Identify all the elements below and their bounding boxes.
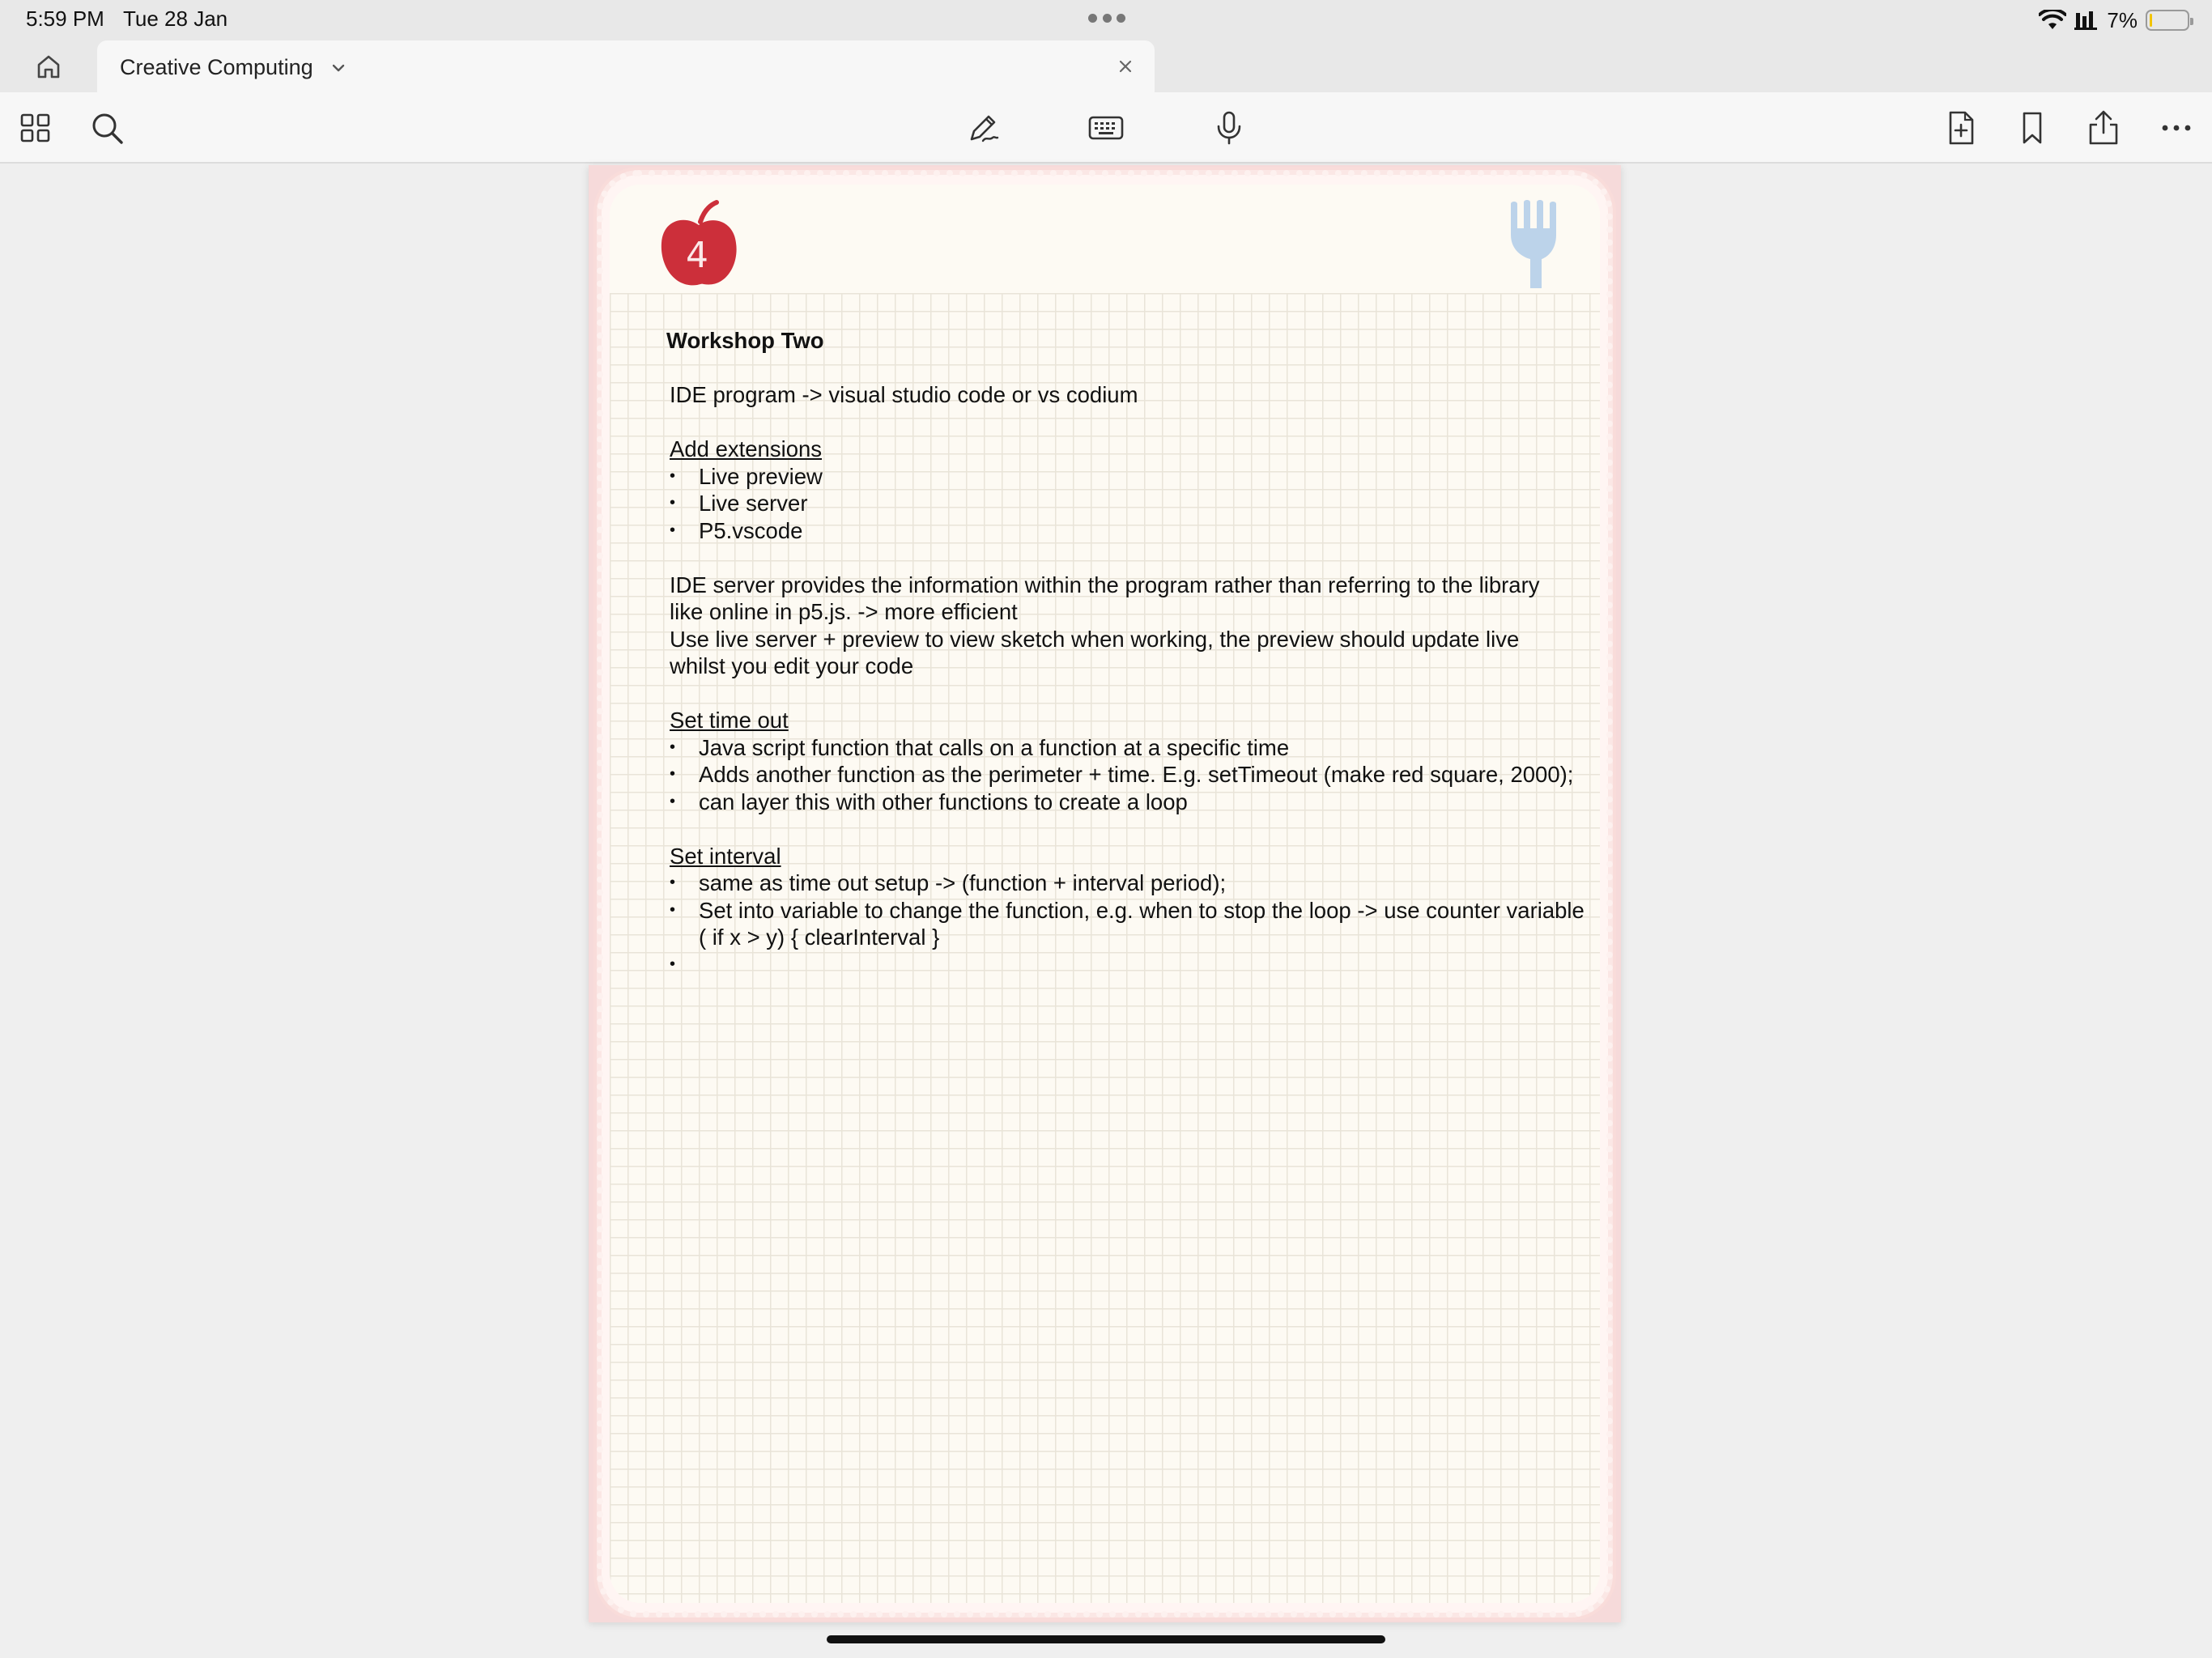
empty-list-item[interactable] [670,951,1593,979]
note-title: Workshop Two [666,328,824,353]
search-button[interactable] [87,108,126,147]
more-icon [2162,125,2191,131]
share-icon [2089,110,2118,145]
document-tab[interactable]: Creative Computing [97,40,1155,92]
wifi-icon [2039,10,2067,29]
pen-icon [970,115,999,142]
more-button[interactable] [2157,108,2196,147]
document-canvas[interactable]: 4 Workshop Two IDE program -> visual stu… [0,165,2212,1658]
keyboard-button[interactable] [1087,108,1125,147]
home-button[interactable] [32,50,65,83]
list-item: P5.vscode [670,517,1593,545]
battery-fill [2150,14,2153,27]
battery-icon [2146,10,2193,31]
server-line-2: like online in p5.js. -> more efficient [670,599,1018,624]
fork-sticker-icon [1511,200,1556,288]
server-line-1: IDE server provides the information with… [670,572,1540,597]
notebook-page[interactable]: 4 Workshop Two IDE program -> visual stu… [589,165,1621,1622]
status-bar: 5:59 PM Tue 28 Jan 7% [0,0,2212,39]
share-button[interactable] [2084,108,2123,147]
thumbnails-button[interactable] [16,108,55,147]
apple-sticker-icon: 4 [661,200,737,286]
bookmark-icon [2023,112,2042,144]
battery-percent: 7% [2107,7,2138,32]
extensions-heading: Add extensions [670,436,823,461]
page-header-strip [610,185,1600,293]
low-power-icon [2074,11,2098,30]
multitasking-menu-icon[interactable] [1088,14,1125,23]
keyboard-icon [1088,116,1124,140]
document-tab-title: Creative Computing [120,55,313,79]
server-line-4: whilst you edit your code [670,653,914,678]
dictation-button[interactable] [1210,108,1249,147]
list-item: Set into variable to change the function… [670,897,1593,951]
add-page-button[interactable] [1942,108,1980,147]
ide-line: IDE program -> visual studio code or vs … [670,382,1138,407]
list-item: Live preview [670,463,1593,491]
timeout-heading: Set time out [670,708,789,733]
list-item: Adds another function as the perimeter +… [670,761,1593,789]
bookmark-button[interactable] [2013,108,2052,147]
note-text[interactable]: Workshop Two IDE program -> visual studi… [666,327,1593,978]
status-indicators: 7% [2039,6,2193,34]
list-item: same as time out setup -> (function + in… [670,869,1593,897]
interval-heading: Set interval [670,843,781,869]
toolbar [0,92,2212,164]
status-time: 5:59 PM [26,6,104,31]
chevron-down-icon[interactable] [329,58,348,78]
server-line-3: Use live server + preview to view sketch… [670,626,1520,652]
timeout-list: Java script function that calls on a fun… [670,734,1593,816]
search-icon [92,113,123,144]
list-item: can layer this with other functions to c… [670,789,1593,816]
list-item: Live server [670,490,1593,517]
sticker-number: 4 [686,235,708,276]
paper-area[interactable]: 4 Workshop Two IDE program -> visual stu… [610,185,1600,1603]
interval-list: same as time out setup -> (function + in… [670,869,1593,978]
grid-icon [20,113,50,142]
tab-bar: Creative Computing [0,39,2212,92]
extensions-list: Live preview Live server P5.vscode [670,463,1593,545]
microphone-icon [1217,111,1241,145]
status-date: Tue 28 Jan [123,6,228,31]
home-indicator[interactable] [827,1635,1385,1643]
close-icon[interactable] [1116,57,1135,76]
list-item: Java script function that calls on a fun… [670,734,1593,762]
home-icon [37,55,60,79]
add-page-icon [1949,111,1974,145]
pen-tool-button[interactable] [963,108,1002,147]
